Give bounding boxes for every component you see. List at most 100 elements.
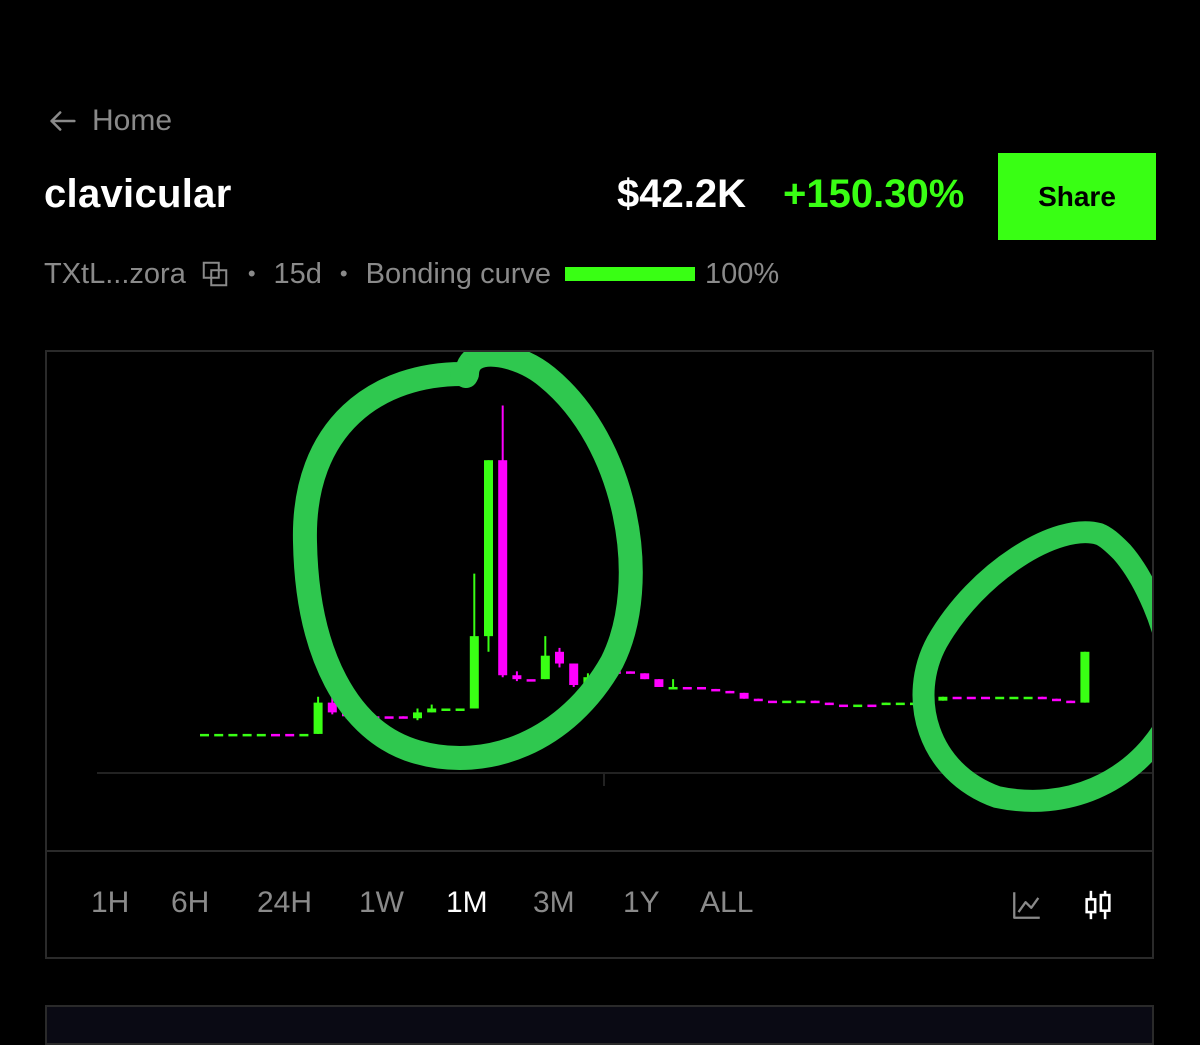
- candle-body: [256, 733, 266, 737]
- candle-body: [682, 686, 692, 690]
- candle: [867, 704, 877, 708]
- candle-body: [228, 733, 238, 737]
- candle: [455, 708, 465, 711]
- candle-body: [952, 696, 962, 700]
- candle-body: [526, 679, 536, 682]
- candle: [682, 686, 692, 690]
- candle: [413, 708, 422, 721]
- back-label: Home: [92, 104, 173, 137]
- candle: [952, 696, 962, 700]
- candle: [313, 696, 323, 734]
- candlestick-chart: [97, 352, 1152, 812]
- token-age: 15d: [273, 257, 322, 290]
- copy-icon[interactable]: [200, 259, 230, 289]
- candle-body: [299, 733, 309, 737]
- candle-body: [398, 716, 408, 719]
- candle: [995, 696, 1005, 700]
- candle-body: [540, 655, 550, 680]
- range-tab-1w[interactable]: 1W: [359, 886, 404, 920]
- arrow-left-icon: [50, 111, 76, 131]
- candle: [796, 700, 806, 704]
- contract-address: TXtL...zora: [44, 257, 186, 290]
- price-chart[interactable]: [47, 352, 1152, 852]
- candle: [427, 704, 437, 713]
- candle: [810, 700, 820, 704]
- token-meta: TXtL...zora • 15d • Bonding curve 100%: [44, 252, 779, 296]
- candle-body: [271, 733, 280, 737]
- candle: [1009, 696, 1019, 700]
- candle: [853, 704, 863, 708]
- candle: [214, 733, 224, 737]
- annotation-circle-latest: [912, 521, 1152, 812]
- line-chart-icon[interactable]: [1010, 888, 1044, 922]
- candle: [271, 733, 280, 737]
- candle: [256, 733, 266, 737]
- candle-body: [640, 673, 650, 680]
- candle: [881, 702, 891, 706]
- next-section-card: [45, 1005, 1154, 1045]
- candle-body: [498, 460, 508, 676]
- candle-body: [668, 686, 678, 690]
- candle-body: [313, 702, 323, 734]
- candle-body: [1080, 651, 1090, 703]
- candle-body: [966, 696, 976, 700]
- candle-body: [711, 688, 721, 692]
- range-tab-1y[interactable]: 1Y: [623, 886, 660, 920]
- candle: [526, 679, 536, 682]
- candle: [1080, 651, 1090, 703]
- range-tab-3m[interactable]: 3M: [533, 886, 575, 920]
- candle-body: [1009, 696, 1019, 700]
- time-range-selector: 1H 6H 24H 1W 1M 3M 1Y ALL: [47, 852, 1152, 957]
- candle-body: [867, 704, 877, 708]
- candle-body: [782, 700, 792, 704]
- candle: [569, 663, 579, 687]
- candle: [1037, 696, 1047, 700]
- candle-body: [938, 696, 948, 701]
- candle: [768, 700, 777, 704]
- candle-body: [768, 700, 777, 704]
- candle-body: [810, 700, 820, 704]
- range-tab-1m[interactable]: 1M: [446, 886, 488, 920]
- range-tab-all[interactable]: ALL: [700, 886, 753, 920]
- candle: [469, 573, 479, 709]
- candle: [654, 679, 664, 687]
- candle: [640, 673, 650, 680]
- bonding-curve-progress: [565, 267, 696, 281]
- candle-body: [753, 698, 763, 702]
- candle-body: [1037, 696, 1047, 700]
- candle: [725, 690, 735, 694]
- range-tab-6h[interactable]: 6H: [171, 886, 209, 920]
- candle: [498, 405, 508, 678]
- token-price: $42.2K: [617, 172, 746, 216]
- candle-body: [839, 704, 848, 708]
- candle-body: [569, 663, 579, 686]
- candle-body: [200, 733, 209, 737]
- candle: [299, 733, 309, 737]
- candle-body: [697, 686, 706, 690]
- candle-body: [512, 675, 522, 680]
- candle-body: [285, 733, 295, 737]
- candle: [711, 688, 721, 692]
- candle: [398, 716, 408, 719]
- candle-body: [1023, 696, 1033, 700]
- back-home-link[interactable]: Home: [46, 100, 172, 142]
- candle: [1066, 700, 1076, 704]
- candle: [839, 704, 848, 708]
- candle-body: [739, 692, 749, 699]
- candle-body: [455, 708, 465, 711]
- candle: [540, 636, 550, 680]
- candle-body: [824, 702, 834, 706]
- candle-body: [214, 733, 224, 737]
- candle: [895, 702, 905, 706]
- candle-body: [1052, 698, 1061, 702]
- candle: [981, 696, 990, 700]
- candle-body: [895, 702, 905, 706]
- token-title: clavicular: [44, 172, 232, 216]
- range-tab-1h[interactable]: 1H: [91, 886, 129, 920]
- candle: [555, 647, 564, 668]
- candle: [697, 686, 706, 690]
- candlestick-chart-icon[interactable]: [1081, 888, 1115, 922]
- price-change: +150.30%: [783, 172, 965, 216]
- share-button[interactable]: Share: [998, 153, 1156, 240]
- range-tab-24h[interactable]: 24H: [257, 886, 312, 920]
